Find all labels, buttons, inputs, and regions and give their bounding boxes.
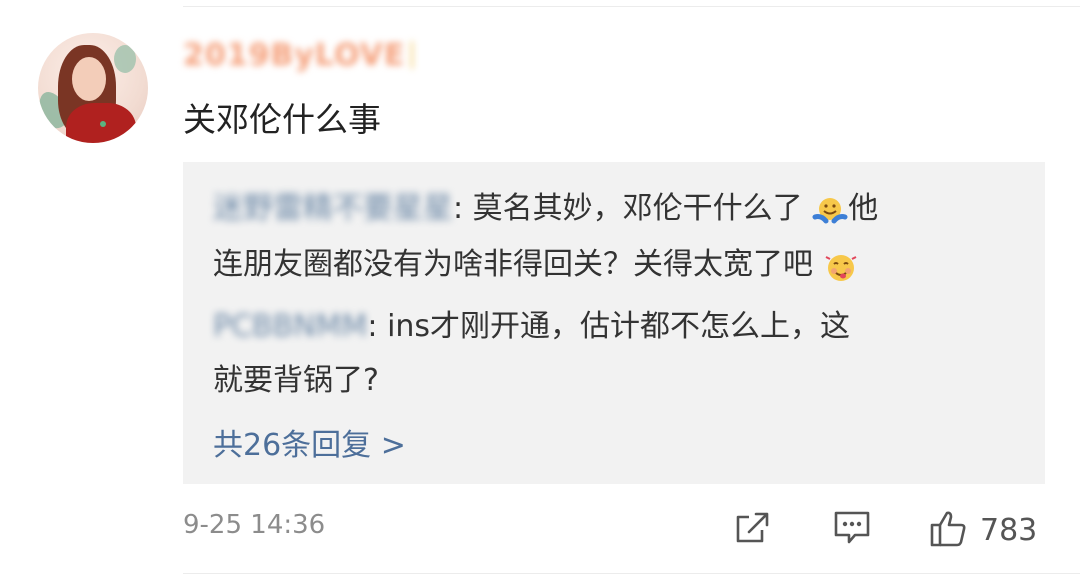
reply-text: 就要背锅了? (213, 363, 379, 398)
user-badge-icon (411, 41, 413, 69)
reply-text: : ins才刚开通，估计都不怎么上，这 (367, 309, 851, 344)
share-button[interactable] (734, 510, 774, 550)
view-all-replies-link[interactable]: 共26条回复 > (213, 420, 406, 464)
comment-username[interactable]: 2019ByLOVE (183, 38, 413, 73)
hugging-face-icon (812, 193, 848, 227)
comment-timestamp: 9-25 14:36 (183, 510, 326, 540)
reply-preview-box[interactable]: 迷野雷精不要星星: 莫名其妙，邓伦干什么了 他 连朋友圈都没有为啥非得回关？关得… (183, 162, 1045, 484)
reply-text-tail: 他 (848, 191, 879, 226)
yum-face-icon (823, 249, 859, 283)
top-divider (183, 6, 1080, 7)
like-count: 783 (980, 512, 1038, 548)
avatar-face (72, 57, 106, 101)
avatar-brooch (100, 121, 106, 127)
avatar-leaf (114, 45, 136, 73)
comment-body: 关邓伦什么事 (183, 100, 381, 139)
reply-text: 连朋友圈都没有为啥非得回关？关得太宽了吧 (213, 247, 813, 282)
reply-text: : 莫名其妙，邓伦干什么了 (453, 191, 803, 226)
like-button[interactable]: 783 (928, 510, 1037, 550)
username-text[interactable]: 2019ByLOVE (183, 38, 405, 73)
reply-1-line-2: 连朋友圈都没有为啥非得回关？关得太宽了吧 (213, 238, 1025, 292)
comment-icon (832, 509, 872, 551)
reply-author[interactable]: PCBBNMM (213, 300, 367, 354)
bottom-divider (183, 573, 1080, 574)
comment-button[interactable] (832, 510, 876, 550)
share-icon (734, 509, 772, 551)
reply-1-line-1: 迷野雷精不要星星: 莫名其妙，邓伦干什么了 他 (213, 182, 1025, 236)
avatar[interactable] (38, 33, 148, 143)
reply-2-line-1: PCBBNMM: ins才刚开通，估计都不怎么上，这 (213, 300, 1025, 354)
thumbs-up-icon (928, 508, 968, 552)
reply-2-line-2: 就要背锅了? (213, 354, 1025, 408)
reply-author[interactable]: 迷野雷精不要星星 (213, 182, 453, 236)
